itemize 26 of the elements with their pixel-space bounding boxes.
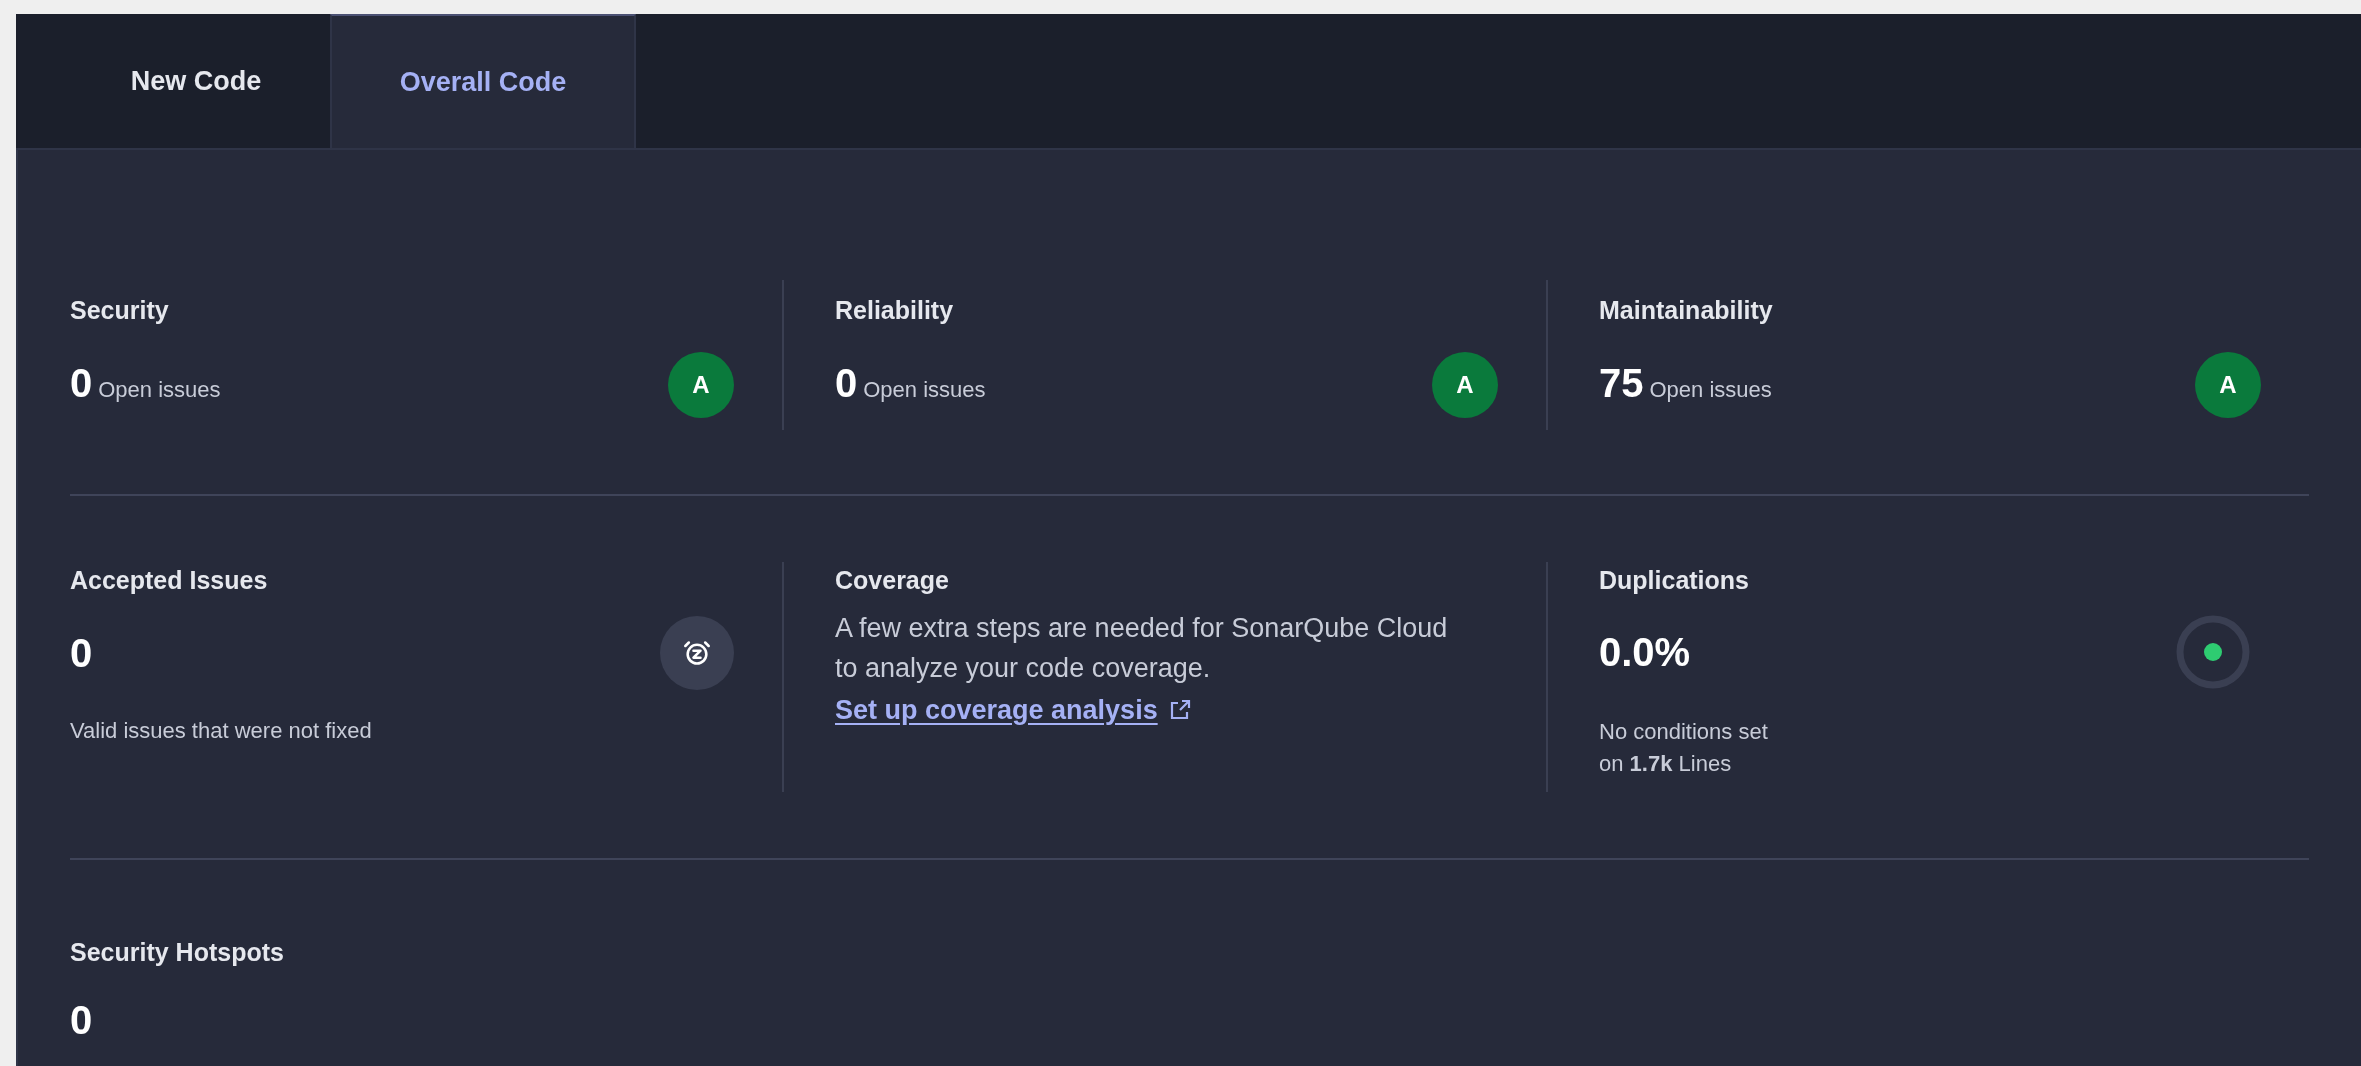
grade-badge: A — [2195, 351, 2261, 418]
metric-unit: Open issues — [863, 376, 986, 405]
grade-badge: A — [668, 351, 734, 418]
metric-description: on 1.7k Lines — [1599, 749, 1733, 778]
setup-link[interactable]: Set up coverage analysis — [835, 689, 1192, 730]
metric-title: Coverage — [835, 565, 950, 596]
metric-title: Reliability — [835, 295, 955, 327]
metric-description: A few extra steps are needed for SonarQube Cloud to analyze your code coverage. — [835, 611, 1449, 685]
metric-title: Security — [70, 295, 170, 327]
metric-unit: Open issues — [1649, 376, 1772, 405]
metric-description: No conditions set — [1599, 717, 1769, 746]
metric-description: Valid issues that were not fixed — [70, 716, 373, 745]
donut-icon — [2175, 613, 2251, 690]
metric-value: 0 — [70, 363, 93, 404]
metric-title: Security Hotspots — [70, 937, 285, 968]
metric-title: Accepted Issues — [70, 565, 269, 596]
metric-unit: Open issues — [98, 376, 221, 405]
metric-value: 0.0% — [1599, 631, 1691, 672]
metric-value: 0 — [70, 999, 94, 1040]
metric-title: Maintainability — [1599, 295, 1774, 327]
metric-title: Duplications — [1599, 565, 1750, 596]
metric-value: 0 — [70, 632, 93, 673]
metric-value: 75 — [1599, 363, 1644, 404]
tab[interactable]: Overall Code — [330, 14, 636, 148]
grade-badge: A — [1432, 351, 1498, 418]
metric-value: 0 — [835, 363, 858, 404]
